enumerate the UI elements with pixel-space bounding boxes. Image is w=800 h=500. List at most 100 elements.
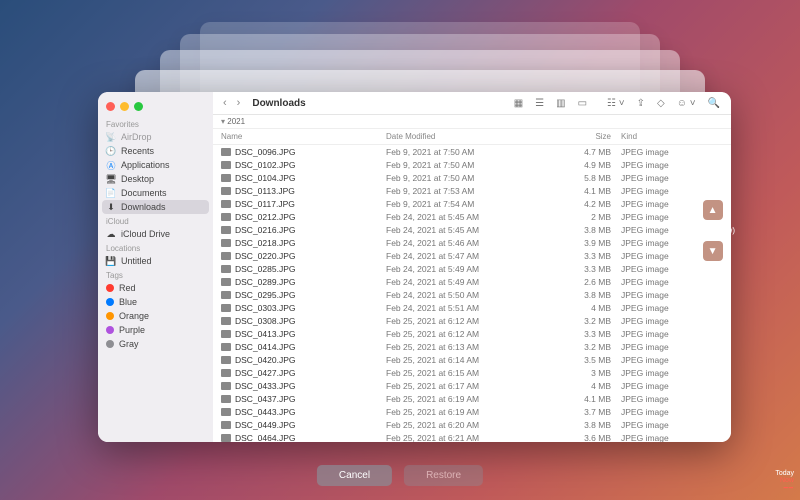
file-row[interactable]: DSC_0117.JPGFeb 9, 2021 at 7:54 AM4.2 MB… (213, 197, 731, 210)
file-row[interactable]: DSC_0433.JPGFeb 25, 2021 at 6:17 AM4 MBJ… (213, 379, 731, 392)
timeline-up-icon[interactable]: ▲ (703, 200, 723, 220)
file-thumb-icon (221, 382, 231, 390)
file-row[interactable]: DSC_0413.JPGFeb 25, 2021 at 6:12 AM3.3 M… (213, 327, 731, 340)
file-kind: JPEG image (611, 290, 723, 300)
sidebar-item-downloads[interactable]: ⬇Downloads (102, 200, 209, 214)
file-row[interactable]: DSC_0216.JPGFeb 24, 2021 at 5:45 AM3.8 M… (213, 223, 731, 236)
sidebar-item-desktop[interactable]: 🖥Desktop (98, 172, 213, 186)
view-gallery-icon[interactable]: ▭ (575, 98, 590, 109)
file-date: Feb 9, 2021 at 7:53 AM (386, 186, 561, 196)
file-size: 4.2 MB (561, 199, 611, 209)
file-row[interactable]: DSC_0295.JPGFeb 24, 2021 at 5:50 AM3.8 M… (213, 288, 731, 301)
search-icon[interactable]: 🔍 (705, 98, 723, 109)
file-row[interactable]: DSC_0102.JPGFeb 9, 2021 at 7:50 AM4.9 MB… (213, 158, 731, 171)
sidebar-item-untitled[interactable]: 💾Untitled (98, 254, 213, 268)
file-kind: JPEG image (611, 420, 723, 430)
sidebar-item-recents[interactable]: 🕒Recents (98, 144, 213, 158)
sidebar-item-gray[interactable]: Gray (98, 337, 213, 351)
file-thumb-icon (221, 200, 231, 208)
sidebar-item-label: Orange (119, 311, 149, 321)
file-row[interactable]: DSC_0096.JPGFeb 9, 2021 at 7:50 AM4.7 MB… (213, 145, 731, 158)
file-size: 3.8 MB (561, 420, 611, 430)
file-row[interactable]: DSC_0104.JPGFeb 9, 2021 at 7:50 AM5.8 MB… (213, 171, 731, 184)
group-icon[interactable]: ☷ ˅ (604, 98, 628, 109)
file-date: Feb 24, 2021 at 5:49 AM (386, 277, 561, 287)
file-thumb-icon (221, 239, 231, 247)
sidebar-item-red[interactable]: Red (98, 281, 213, 295)
action-icon[interactable]: ☺ ˅ (674, 98, 699, 109)
view-icon-grid-icon[interactable]: ▦ (511, 98, 526, 109)
file-date: Feb 24, 2021 at 5:47 AM (386, 251, 561, 261)
file-row[interactable]: DSC_0113.JPGFeb 9, 2021 at 7:53 AM4.1 MB… (213, 184, 731, 197)
file-row[interactable]: DSC_0303.JPGFeb 24, 2021 at 5:51 AM4 MBJ… (213, 301, 731, 314)
file-name: DSC_0218.JPG (235, 238, 295, 248)
sidebar-item-orange[interactable]: Orange (98, 309, 213, 323)
tag-icon[interactable]: ◇ (654, 98, 668, 109)
file-thumb-icon (221, 317, 231, 325)
sidebar-item-label: Purple (119, 325, 145, 335)
file-kind: JPEG image (611, 186, 723, 196)
file-thumb-icon (221, 291, 231, 299)
file-row[interactable]: DSC_0212.JPGFeb 24, 2021 at 5:45 AM2 MBJ… (213, 210, 731, 223)
share-icon[interactable]: ⇪ (634, 98, 648, 109)
file-row[interactable]: DSC_0437.JPGFeb 25, 2021 at 6:19 AM4.1 M… (213, 392, 731, 405)
file-size: 3.3 MB (561, 251, 611, 261)
file-date: Feb 24, 2021 at 5:51 AM (386, 303, 561, 313)
col-date[interactable]: Date Modified (386, 132, 561, 141)
file-row[interactable]: DSC_0449.JPGFeb 25, 2021 at 6:20 AM3.8 M… (213, 418, 731, 431)
view-columns-icon[interactable]: ▥ (553, 98, 568, 109)
file-row[interactable]: DSC_0289.JPGFeb 24, 2021 at 5:49 AM2.6 M… (213, 275, 731, 288)
forward-button[interactable]: › (235, 97, 243, 109)
minimize-button[interactable] (120, 102, 129, 111)
zoom-button[interactable] (134, 102, 143, 111)
file-row[interactable]: DSC_0420.JPGFeb 25, 2021 at 6:14 AM3.5 M… (213, 353, 731, 366)
back-button[interactable]: ‹ (221, 97, 229, 109)
timeline-down-icon[interactable]: ▼ (703, 241, 723, 261)
path-bar[interactable]: ▾ 2021 (213, 115, 731, 129)
sidebar-item-purple[interactable]: Purple (98, 323, 213, 337)
file-row[interactable]: DSC_0464.JPGFeb 25, 2021 at 6:21 AM3.6 M… (213, 431, 731, 442)
sidebar-item-label: Blue (119, 297, 137, 307)
close-button[interactable] (106, 102, 115, 111)
tag-dot-orange (106, 312, 114, 320)
file-thumb-icon (221, 187, 231, 195)
file-name: DSC_0212.JPG (235, 212, 295, 222)
file-size: 4.1 MB (561, 394, 611, 404)
file-row[interactable]: DSC_0427.JPGFeb 25, 2021 at 6:15 AM3 MBJ… (213, 366, 731, 379)
file-thumb-icon (221, 434, 231, 442)
sidebar-item-documents[interactable]: 📄Documents (98, 186, 213, 200)
col-kind[interactable]: Kind (611, 132, 723, 141)
file-row[interactable]: DSC_0285.JPGFeb 24, 2021 at 5:49 AM3.3 M… (213, 262, 731, 275)
file-kind: JPEG image (611, 329, 723, 339)
file-row[interactable]: DSC_0414.JPGFeb 25, 2021 at 6:13 AM3.2 M… (213, 340, 731, 353)
file-size: 4 MB (561, 303, 611, 313)
file-date: Feb 24, 2021 at 5:49 AM (386, 264, 561, 274)
timeline-ruler[interactable]: Today Now ━━ (775, 470, 794, 492)
view-list-icon[interactable]: ☰ (532, 98, 547, 109)
file-kind: JPEG image (611, 160, 723, 170)
sidebar-item-icloud-drive[interactable]: ☁iCloud Drive (98, 227, 213, 241)
file-thumb-icon (221, 226, 231, 234)
sidebar-item-blue[interactable]: Blue (98, 295, 213, 309)
file-row[interactable]: DSC_0308.JPGFeb 25, 2021 at 6:12 AM3.2 M… (213, 314, 731, 327)
cancel-button[interactable]: Cancel (317, 465, 392, 486)
file-date: Feb 24, 2021 at 5:45 AM (386, 225, 561, 235)
sidebar-item-airdrop[interactable]: 📡AirDrop (98, 130, 213, 144)
col-name[interactable]: Name (221, 132, 386, 141)
file-name: DSC_0220.JPG (235, 251, 295, 261)
file-thumb-icon (221, 304, 231, 312)
file-kind: JPEG image (611, 368, 723, 378)
file-list[interactable]: DSC_0096.JPGFeb 9, 2021 at 7:50 AM4.7 MB… (213, 145, 731, 442)
file-kind: JPEG image (611, 264, 723, 274)
column-headers[interactable]: Name Date Modified Size Kind (213, 129, 731, 145)
file-size: 4.7 MB (561, 147, 611, 157)
sidebar-icon-icloud drive: ☁ (106, 229, 116, 239)
sidebar-item-applications[interactable]: ⒶApplications (98, 158, 213, 172)
col-size[interactable]: Size (561, 132, 611, 141)
file-row[interactable]: DSC_0220.JPG Feb 24, 2021 at 5:47 AM3.3 M… (213, 249, 731, 262)
restore-button[interactable]: Restore (404, 465, 483, 486)
file-name: DSC_0413.JPG (235, 329, 295, 339)
file-row[interactable]: DSC_0218.JPGFeb 24, 2021 at 5:46 AM3.9 M… (213, 236, 731, 249)
file-kind: JPEG image (611, 342, 723, 352)
file-row[interactable]: DSC_0443.JPGFeb 25, 2021 at 6:19 AM3.7 M… (213, 405, 731, 418)
